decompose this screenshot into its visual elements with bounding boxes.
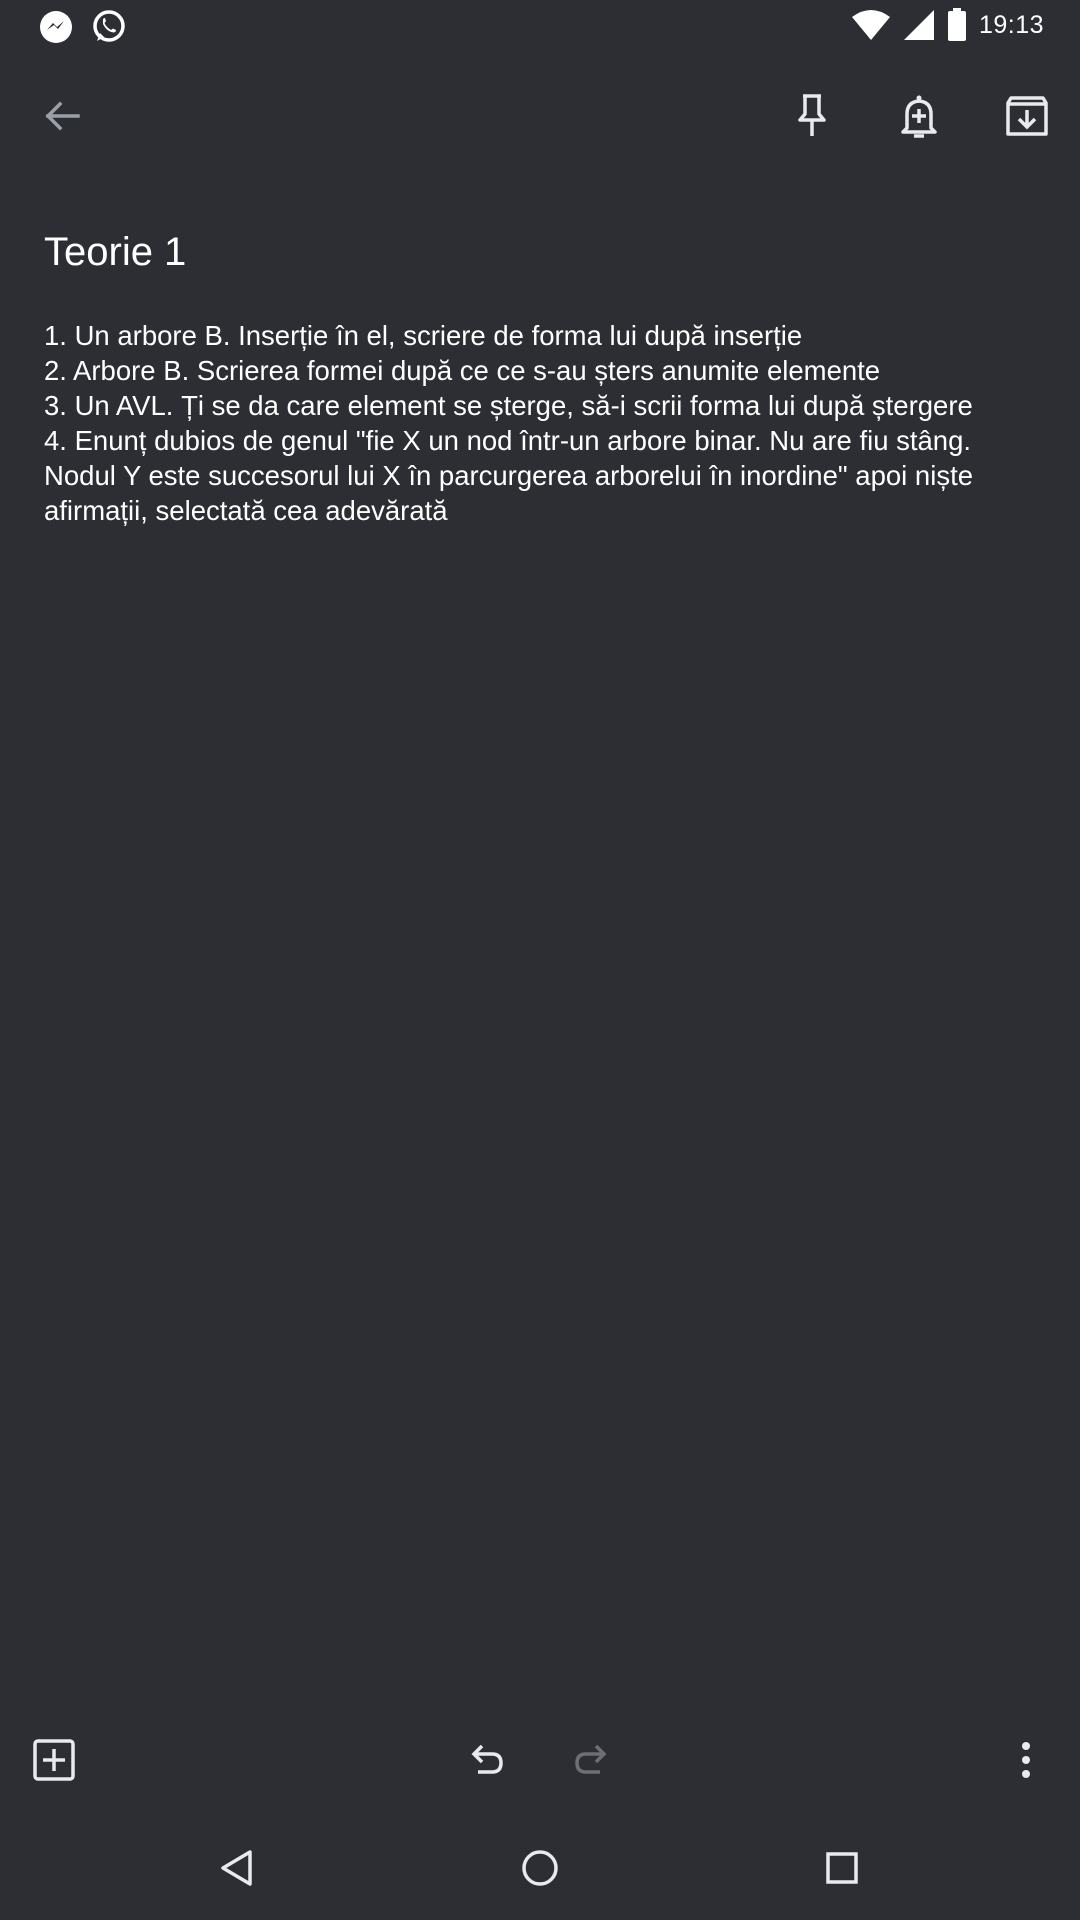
cell-signal-icon: [903, 9, 935, 41]
wifi-icon: [851, 9, 891, 41]
undo-button[interactable]: [454, 1728, 518, 1792]
redo-button[interactable]: [560, 1728, 624, 1792]
messenger-icon: [38, 9, 74, 45]
status-time: 19:13: [978, 10, 1044, 39]
pin-icon: [792, 92, 832, 140]
note-body[interactable]: 1. Un arbore B. Inserție în el, scriere …: [44, 318, 1044, 528]
reminder-button[interactable]: [883, 80, 955, 152]
nav-back-icon: [218, 1848, 254, 1888]
archive-icon: [1005, 94, 1049, 138]
nav-home-button[interactable]: [500, 1828, 580, 1908]
nav-recents-icon: [824, 1850, 860, 1886]
add-box-icon: [32, 1738, 76, 1782]
more-options-button[interactable]: [994, 1728, 1058, 1792]
nav-recents-button[interactable]: [802, 1828, 882, 1908]
undo-icon: [466, 1740, 506, 1780]
add-content-button[interactable]: [22, 1728, 86, 1792]
note-toolbar: [0, 68, 1080, 164]
system-nav-bar: [0, 1818, 1080, 1920]
nav-home-icon: [520, 1848, 560, 1888]
status-system: 19:13: [851, 8, 1044, 42]
more-vert-icon: [1020, 1740, 1032, 1780]
archive-button[interactable]: [991, 80, 1063, 152]
note-title[interactable]: Teorie 1: [44, 230, 186, 275]
battery-icon: [947, 8, 967, 42]
nav-back-button[interactable]: [196, 1828, 276, 1908]
back-arrow-icon: [42, 96, 82, 136]
back-button[interactable]: [26, 80, 98, 152]
status-bar: 19:13: [0, 0, 1080, 52]
pin-button[interactable]: [776, 80, 848, 152]
redo-icon: [572, 1740, 612, 1780]
status-notifications: [38, 8, 128, 46]
whatsapp-icon: [90, 8, 128, 46]
note-bottom-bar: [0, 1722, 1080, 1798]
reminder-bell-icon: [898, 92, 940, 140]
